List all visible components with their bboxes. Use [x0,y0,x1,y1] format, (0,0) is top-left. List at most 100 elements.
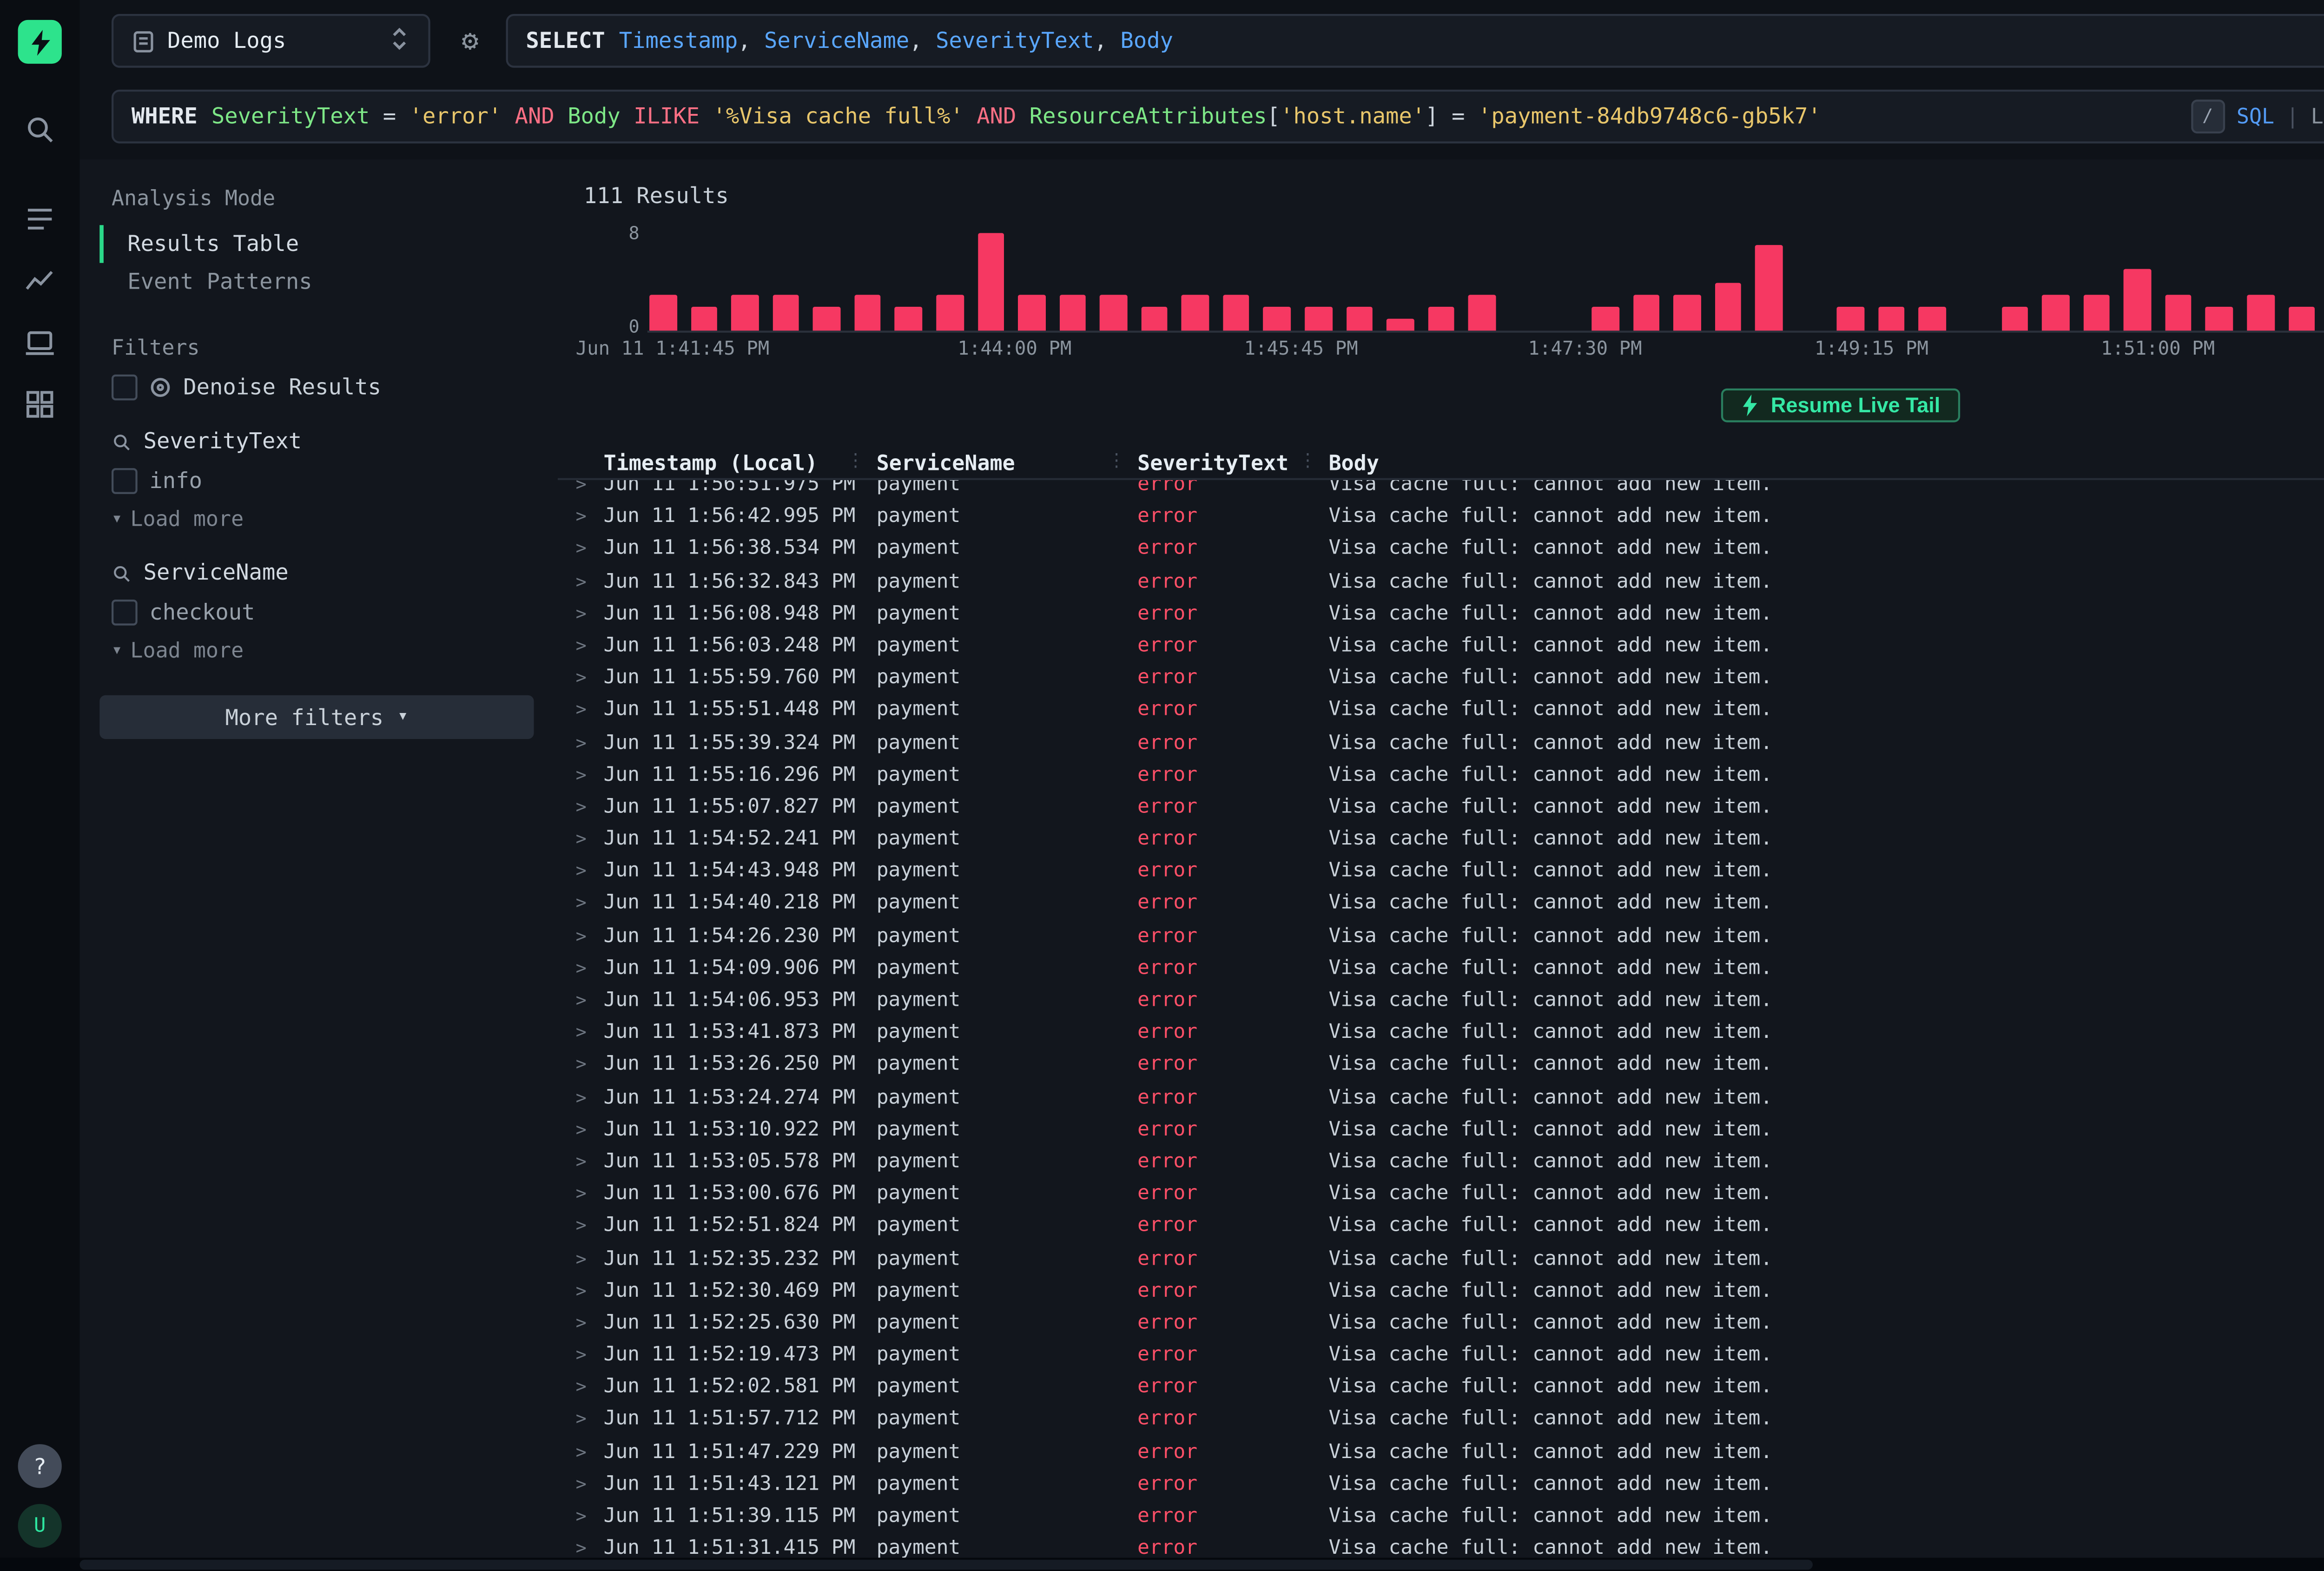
row-expand-chevron[interactable]: > [576,1308,604,1340]
row-expand-chevron[interactable]: > [576,502,604,535]
log-row[interactable]: >Jun 11 1:53:10.922 PMpaymenterrorVisa c… [558,1115,2324,1147]
row-expand-chevron[interactable]: > [576,1244,604,1276]
log-row[interactable]: >Jun 11 1:54:26.230 PMpaymenterrorVisa c… [558,922,2324,954]
source-select[interactable]: Demo Logs [112,14,430,68]
row-expand-chevron[interactable]: > [576,1050,604,1083]
histogram-bar[interactable] [2083,294,2110,331]
row-expand-chevron[interactable]: > [576,1534,604,1558]
log-row[interactable]: >Jun 11 1:51:39.115 PMpaymenterrorVisa c… [558,1502,2324,1534]
log-row[interactable]: >Jun 11 1:55:07.827 PMpaymenterrorVisa c… [558,792,2324,825]
log-row[interactable]: >Jun 11 1:51:47.229 PMpaymenterrorVisa c… [558,1438,2324,1470]
histogram-bar[interactable] [690,306,717,331]
histogram-bar[interactable] [2124,270,2151,330]
log-row[interactable]: >Jun 11 1:51:57.712 PMpaymenterrorVisa c… [558,1405,2324,1437]
sessions-icon[interactable] [22,325,58,361]
histogram-bar[interactable] [1223,294,1250,331]
row-expand-chevron[interactable]: > [576,1083,604,1115]
column-header-body[interactable]: Body [1329,451,2324,475]
row-expand-chevron[interactable]: > [576,825,604,857]
histogram-bar[interactable] [1386,318,1413,330]
row-expand-chevron[interactable]: > [576,1502,604,1534]
histogram-bar[interactable] [772,294,799,331]
filter-checkbox[interactable] [112,468,138,494]
log-row[interactable]: >Jun 11 1:52:25.630 PMpaymenterrorVisa c… [558,1308,2324,1340]
filter-option-info[interactable]: info [112,468,534,494]
log-row[interactable]: >Jun 11 1:56:03.248 PMpaymenterrorVisa c… [558,631,2324,663]
column-resize-handle[interactable]: ⋮ [1299,451,1317,471]
horizontal-scrollbar-thumb[interactable] [79,1560,1813,1570]
histogram-bar[interactable] [1673,294,1700,331]
row-expand-chevron[interactable]: > [576,792,604,825]
histogram-bar[interactable] [1305,306,1332,331]
log-row[interactable]: >Jun 11 1:52:02.581 PMpaymenterrorVisa c… [558,1373,2324,1405]
row-expand-chevron[interactable]: > [576,954,604,986]
histogram-bar[interactable] [1591,306,1618,331]
log-row[interactable]: >Jun 11 1:56:08.948 PMpaymenterrorVisa c… [558,599,2324,631]
log-row[interactable]: >Jun 11 1:54:40.218 PMpaymenterrorVisa c… [558,889,2324,921]
more-filters-button[interactable]: More filters ▾ [99,695,534,739]
resume-live-tail-button[interactable]: Resume Live Tail [1721,389,1960,422]
log-row[interactable]: >Jun 11 1:53:00.676 PMpaymenterrorVisa c… [558,1180,2324,1212]
row-expand-chevron[interactable]: > [576,480,604,502]
user-avatar[interactable]: U [18,1504,62,1548]
mode-results-table[interactable]: Results Table [99,225,534,263]
row-expand-chevron[interactable]: > [576,728,604,760]
filter-option-checkout[interactable]: checkout [112,600,534,626]
histogram-bar[interactable] [1632,294,1659,331]
histogram-bar[interactable] [2288,306,2315,331]
mode-event-patterns[interactable]: Event Patterns [99,263,534,301]
histogram-bar[interactable] [2206,306,2233,331]
row-expand-chevron[interactable]: > [576,1276,604,1308]
histogram-bar[interactable] [854,294,881,331]
log-row[interactable]: >Jun 11 1:55:16.296 PMpaymenterrorVisa c… [558,760,2324,792]
load-more-severitytext[interactable]: ▾ Load more [112,508,534,532]
histogram-bar[interactable] [1756,245,1783,331]
row-expand-chevron[interactable]: > [576,631,604,663]
histogram-bar[interactable] [1059,294,1086,331]
log-row[interactable]: >Jun 11 1:56:51.975 PMpaymenterrorVisa c… [558,480,2324,502]
histogram-bar[interactable] [1141,306,1168,331]
log-row[interactable]: >Jun 11 1:52:30.469 PMpaymenterrorVisa c… [558,1276,2324,1308]
row-expand-chevron[interactable]: > [576,1147,604,1179]
log-row[interactable]: >Jun 11 1:52:51.824 PMpaymenterrorVisa c… [558,1212,2324,1244]
row-expand-chevron[interactable]: > [576,664,604,696]
log-row[interactable]: >Jun 11 1:55:59.760 PMpaymenterrorVisa c… [558,664,2324,696]
column-resize-handle[interactable]: ⋮ [846,451,865,471]
histogram-bar[interactable] [895,306,922,331]
search-icon[interactable] [22,112,58,147]
log-row[interactable]: >Jun 11 1:53:41.873 PMpaymenterrorVisa c… [558,1018,2324,1050]
histogram-bar[interactable] [1878,306,1905,331]
column-resize-handle[interactable]: ⋮ [1108,451,1126,471]
histogram-bar[interactable] [1182,294,1209,331]
column-header-timestamp[interactable]: Timestamp (Local)⋮ [604,451,877,475]
app-logo[interactable] [18,20,62,64]
log-row[interactable]: >Jun 11 1:56:42.995 PMpaymenterrorVisa c… [558,502,2324,535]
row-expand-chevron[interactable]: > [576,1470,604,1502]
row-expand-chevron[interactable]: > [576,1180,604,1212]
histogram-bar[interactable] [813,306,840,331]
row-expand-chevron[interactable]: > [576,1212,604,1244]
histogram-bar[interactable] [649,294,676,331]
column-header-severitytext[interactable]: SeverityText⋮ [1137,451,1328,475]
log-row[interactable]: >Jun 11 1:54:06.953 PMpaymenterrorVisa c… [558,986,2324,1018]
load-more-servicename[interactable]: ▾ Load more [112,640,534,663]
histogram-bar[interactable] [1264,306,1291,331]
lucene-mode-toggle[interactable]: Lucene [2311,105,2324,128]
row-expand-chevron[interactable]: > [576,1115,604,1147]
log-row[interactable]: >Jun 11 1:51:31.415 PMpaymenterrorVisa c… [558,1534,2324,1558]
row-expand-chevron[interactable]: > [576,1018,604,1050]
sql-mode-toggle[interactable]: SQL [2237,105,2274,128]
histogram-bar[interactable] [2247,294,2274,331]
histogram-bar[interactable] [2042,294,2069,331]
row-expand-chevron[interactable]: > [576,857,604,889]
row-expand-chevron[interactable]: > [576,535,604,567]
histogram-bar[interactable] [936,294,963,331]
log-row[interactable]: >Jun 11 1:54:09.906 PMpaymenterrorVisa c… [558,954,2324,986]
sql-select-input[interactable]: SELECT Timestamp, ServiceName, SeverityT… [506,14,2324,68]
log-row[interactable]: >Jun 11 1:54:52.241 PMpaymenterrorVisa c… [558,825,2324,857]
row-expand-chevron[interactable]: > [576,1438,604,1470]
histogram-bar[interactable] [1837,306,1864,331]
gear-icon[interactable]: ⚙ [450,14,490,68]
histogram-bar[interactable] [1346,306,1373,331]
histogram-bar[interactable] [2165,294,2192,331]
